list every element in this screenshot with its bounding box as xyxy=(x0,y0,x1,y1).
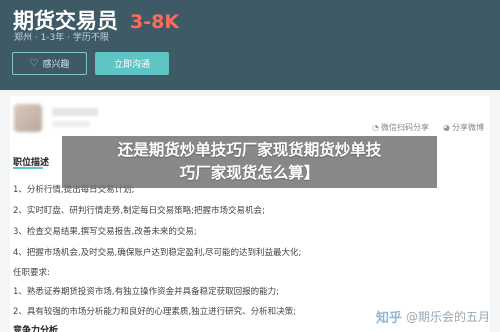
bottom-heading: 竞争力分析 xyxy=(13,326,59,332)
duty-item: 4、把握市场机会,及时交易,确保账户达到稳定盈利,尽可能的达到利益最大化; xyxy=(13,248,302,258)
interest-button[interactable]: ♡ 感兴趣 xyxy=(12,52,87,75)
wechat-share-link[interactable]: ◔ 微信扫码分享 xyxy=(372,122,429,133)
zhihu-logo: 知乎 xyxy=(375,311,402,326)
overlay-line-1: 还是期货炒单技巧厂家现货期货炒单技 xyxy=(117,141,382,159)
share-links: ◔ 微信扫码分享 ◕ 分享微博 xyxy=(372,122,484,133)
wechat-icon: ◔ xyxy=(372,123,380,132)
blurred-recruiter-name xyxy=(52,108,98,116)
overlay-text: 还是期货炒单技巧厂家现货期货炒单技 巧厂家现货怎么算】 xyxy=(62,139,437,185)
watermark: 知乎 @期乐会的五月 xyxy=(376,307,490,326)
heart-icon: ♡ xyxy=(29,58,39,69)
chat-button[interactable]: 立即沟通 xyxy=(95,52,169,75)
weibo-icon: ◕ xyxy=(443,123,450,132)
watermark-author: @期乐会的五月 xyxy=(405,310,490,324)
weibo-share-link[interactable]: ◕ 分享微博 xyxy=(443,122,484,133)
requirement-item: 1、熟悉证券期货投资市场,有独立操作资金并具备稳定获取回报的能力; xyxy=(13,287,279,297)
weibo-share-label: 分享微博 xyxy=(452,123,484,132)
section-underline xyxy=(13,167,43,169)
overlay-line-2: 巧厂家现货怎么算】 xyxy=(179,164,320,182)
duty-item: 2、实时盯盘、研判行情走势,制定每日交易策略;把握市场交易机会; xyxy=(13,206,265,216)
wechat-share-label: 微信扫码分享 xyxy=(381,123,430,132)
avatar[interactable] xyxy=(14,104,42,132)
requirements-title: 任职要求: xyxy=(13,268,50,278)
interest-label: 感兴趣 xyxy=(42,60,70,70)
blurred-recruiter-title xyxy=(52,121,90,127)
job-meta: 郑州 · 1-3年 · 学历不限 xyxy=(14,33,109,43)
duty-item: 3、检查交易结果,撰写交易报告,改善未来的交易; xyxy=(13,227,197,237)
job-salary: 3-8K xyxy=(130,11,180,33)
requirement-item: 2、具有较强的市场分析能力和良好的心理素质,独立进行研究、分析和决策; xyxy=(13,307,296,317)
